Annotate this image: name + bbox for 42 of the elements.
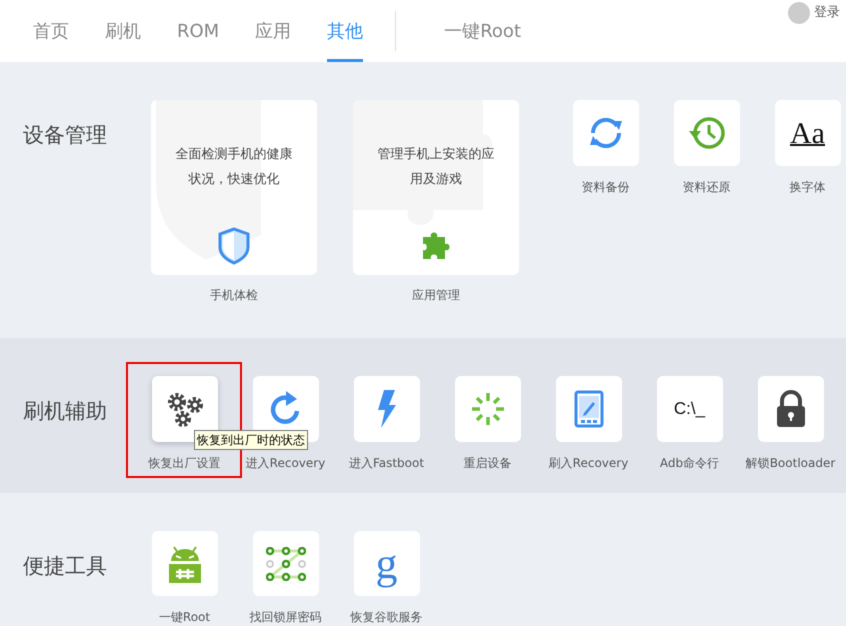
tool-label: 进入Recovery xyxy=(246,455,326,472)
section-title: 刷机辅助 xyxy=(22,398,108,425)
tool-label: 一键Root xyxy=(158,609,210,626)
tool-button[interactable]: C:\_ xyxy=(656,376,722,442)
tool-label: 解锁Bootloader xyxy=(746,455,836,472)
tool-label: 资料还原 xyxy=(682,179,730,196)
glyph-icon: C:\_ xyxy=(674,396,706,422)
tool-label: 重启设备 xyxy=(464,455,512,472)
unlock-pattern-icon xyxy=(266,546,306,580)
feature-card[interactable]: 管理手机上安装的应用及游戏 xyxy=(353,100,519,275)
feature-card[interactable]: 全面检测手机的健康状况，快速优化 xyxy=(151,100,317,275)
tool-label: 刷入Recovery xyxy=(548,455,628,472)
tablet-pen-icon xyxy=(574,390,604,428)
tool-label: 应用管理 xyxy=(412,287,460,304)
section-title: 便捷工具 xyxy=(22,553,108,580)
tool-button[interactable]: Aa xyxy=(774,100,840,166)
tool-label: 资料备份 xyxy=(582,179,630,196)
section-title: 设备管理 xyxy=(22,122,108,149)
nav-tab[interactable]: 应用 xyxy=(237,0,310,62)
glyph-icon: g xyxy=(376,542,398,586)
tool-label: 恢复谷歌服务 xyxy=(350,609,422,626)
card-description: 全面检测手机的健康状况，快速优化 xyxy=(174,146,294,189)
nav-tab[interactable]: 首页 xyxy=(15,0,87,62)
nav-tab[interactable]: 刷机 xyxy=(87,0,159,62)
tooltip: 恢复到出厂时的状态 xyxy=(194,430,308,450)
card-description: 管理手机上安装的应用及游戏 xyxy=(376,146,496,189)
nav-tab[interactable]: ROM xyxy=(159,0,238,62)
loading-spinner-icon xyxy=(470,391,506,427)
tool-button[interactable]: g xyxy=(354,531,420,596)
tool-label: 找回锁屏密码 xyxy=(250,609,322,626)
tool-label: 手机体检 xyxy=(210,287,258,304)
tool-label: 换字体 xyxy=(790,179,826,196)
login-link[interactable]: 登录 xyxy=(814,3,840,23)
nav-tab[interactable]: 一键Root xyxy=(426,0,539,62)
tool-label: Adb命令行 xyxy=(660,455,720,472)
glyph-icon: Aa xyxy=(790,110,825,156)
tool-label: 恢复出厂设置 xyxy=(148,455,220,472)
tool-button[interactable] xyxy=(758,376,824,442)
tool-label: 进入Fastboot xyxy=(348,455,424,472)
padlock-icon xyxy=(774,390,806,428)
shield-icon xyxy=(217,227,251,265)
nav-tab[interactable]: 其他 xyxy=(309,0,382,62)
